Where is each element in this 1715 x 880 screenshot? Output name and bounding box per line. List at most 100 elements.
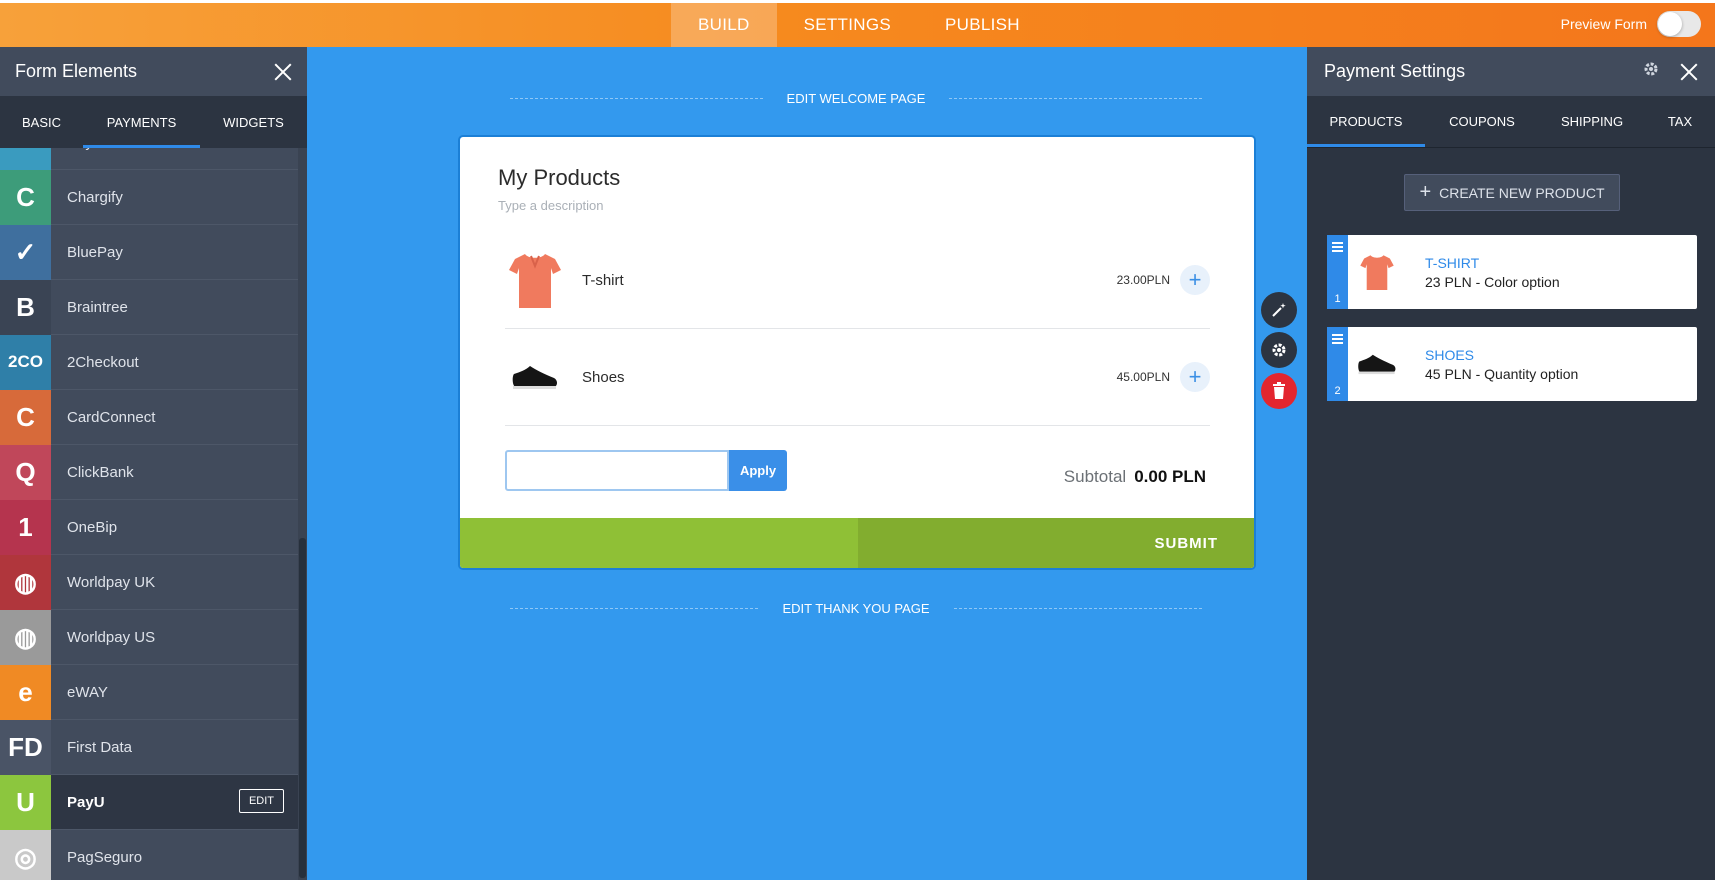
scrollbar[interactable] [298,148,307,880]
panel-title: Payment Settings [1324,61,1466,81]
edit-welcome-page-link[interactable]: EDIT WELCOME PAGE [763,91,950,106]
gateway-item[interactable]: 1 OneBip [0,499,298,555]
form-elements-header: Form Elements [0,47,307,96]
top-nav: BUILD SETTINGS PUBLISH [671,3,1047,47]
tab-coupons[interactable]: COUPONS [1425,96,1539,147]
shoe-icon [1348,327,1406,401]
gateway-item[interactable]: ~ Paysunction [0,148,298,170]
gateway-label: 2Checkout [67,353,139,371]
submit-bar: SUBMIT [460,518,1254,568]
toggle-knob [1658,12,1682,36]
gateway-item[interactable]: e eWAY [0,664,298,720]
gateway-item[interactable]: FD First Data [0,719,298,775]
submit-bar-left [460,518,858,568]
edit-thank-you-page-link[interactable]: EDIT THANK YOU PAGE [758,601,953,616]
gateway-label: eWAY [67,683,108,701]
worldpay-us-icon: ◍ [0,609,51,665]
gateway-item[interactable]: ◎ PagSeguro [0,829,298,880]
magic-wand-icon[interactable] [1261,292,1297,328]
add-product-button[interactable]: + [1180,362,1210,392]
top-bar: BUILD SETTINGS PUBLISH Preview Form [0,0,1715,47]
tab-tax[interactable]: TAX [1645,96,1715,147]
gateway-label: Worldpay US [67,628,156,646]
payment-settings-header: Payment Settings [1307,47,1715,96]
add-product-button[interactable]: + [1180,265,1210,295]
apply-coupon-button[interactable]: Apply [729,450,787,491]
product-card[interactable]: 2 SHOES 45 PLN - Quantity option [1327,327,1697,401]
edit-gateway-button[interactable]: EDIT [238,789,284,813]
tab-payments[interactable]: PAYMENTS [83,96,200,148]
clickbank-icon: Q [0,444,51,500]
gateway-item[interactable]: ◍ Worldpay US [0,609,298,665]
close-icon[interactable] [1680,63,1698,81]
gateway-label: Worldpay UK [67,573,156,591]
gateway-label: CardConnect [67,408,156,426]
gateway-label: Braintree [67,298,128,316]
preview-form: Preview Form [1561,11,1701,37]
divider-line [949,97,1202,99]
tab-shipping[interactable]: SHIPPING [1539,96,1645,147]
form-title[interactable]: My Products [498,165,620,191]
product-number: 2 [1334,385,1341,397]
onebip-icon: 1 [0,499,51,555]
product-card[interactable]: 1 T-SHIRT 23 PLN - Color option [1327,235,1697,309]
product-card-name: T-SHIRT [1425,254,1480,271]
thankyou-divider: EDIT THANK YOU PAGE [510,598,1203,618]
divider-line [953,607,1203,609]
first-data-icon: FD [0,719,51,775]
payment-gateway-list: ~ Paysunction C Chargify ✓ BluePay B Braintree 2… [0,148,298,880]
product-card-desc: 23 PLN - Color option [1425,273,1560,290]
preview-form-label: Preview Form [1560,16,1647,32]
drag-handle[interactable]: 2 [1327,327,1348,401]
gateway-item[interactable]: ◍ Worldpay UK [0,554,298,610]
scrollbar-thumb[interactable] [299,538,306,878]
shoe-icon [505,347,565,407]
gateway-label: Chargify [67,188,123,206]
trash-icon[interactable] [1261,373,1297,409]
product-form-card[interactable]: My Products Type a description T-shirt 2… [460,137,1254,568]
product-row: Shoes 45.00PLN + [505,329,1210,426]
bluepay-icon: ✓ [0,224,51,280]
settings-tabs: PRODUCTS COUPONS SHIPPING TAX [1307,96,1715,148]
coupon-input[interactable] [505,450,729,491]
gateway-label: PagSeguro [67,848,143,866]
create-new-product-button[interactable]: + CREATE NEW PRODUCT [1404,174,1620,211]
pagseguro-icon: ◎ [0,829,51,880]
subtotal-label: Subtotal [1063,467,1127,486]
divider-line [510,97,763,99]
gateway-item[interactable]: U PayU EDIT [0,774,298,830]
drag-handle-icon [1332,242,1343,254]
gear-icon[interactable] [1261,332,1297,368]
chargify-icon: C [0,169,51,225]
close-icon[interactable] [274,63,292,81]
tab-products[interactable]: PRODUCTS [1307,96,1425,147]
gateway-item[interactable]: 2CO 2Checkout [0,334,298,390]
form-description[interactable]: Type a description [498,198,604,213]
gateway-item[interactable]: C CardConnect [0,389,298,445]
tshirt-icon [1348,235,1406,309]
welcome-divider: EDIT WELCOME PAGE [510,88,1202,108]
gateway-item[interactable]: ✓ BluePay [0,224,298,280]
tab-build[interactable]: BUILD [671,3,777,47]
plus-icon: + [1419,181,1432,203]
tab-widgets[interactable]: WIDGETS [200,96,307,148]
gateway-item[interactable]: C Chargify [0,169,298,225]
gateway-label: First Data [67,738,133,756]
paysunction-icon: ~ [0,148,51,170]
drag-handle[interactable]: 1 [1327,235,1348,309]
subtotal-value: 0.00 PLN [1134,467,1206,486]
gateway-label: OneBip [67,518,118,536]
tab-settings[interactable]: SETTINGS [777,3,918,47]
preview-toggle[interactable] [1657,11,1701,37]
gear-icon[interactable] [1642,60,1660,83]
gateway-label: ClickBank [67,463,134,481]
gateway-item[interactable]: Q ClickBank [0,444,298,500]
drag-handle-icon [1332,334,1343,346]
product-card-desc: 45 PLN - Quantity option [1425,365,1579,382]
panel-title: Form Elements [15,61,138,81]
tshirt-icon [505,250,565,310]
tab-publish[interactable]: PUBLISH [918,3,1047,47]
tab-basic[interactable]: BASIC [0,96,83,148]
gateway-item[interactable]: B Braintree [0,279,298,335]
submit-button[interactable]: SUBMIT [858,518,1254,568]
